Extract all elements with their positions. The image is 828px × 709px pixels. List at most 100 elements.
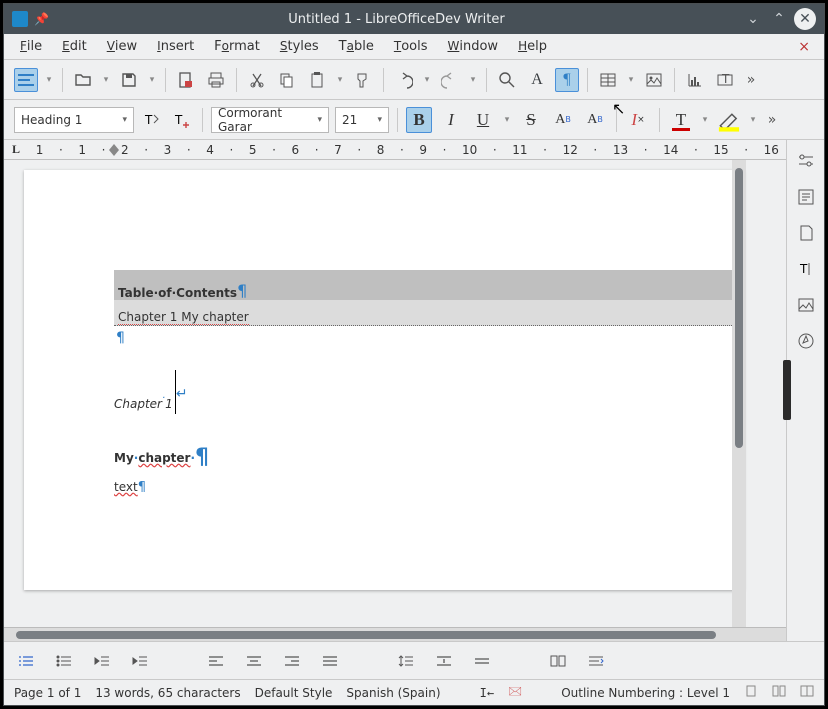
- dropdown-icon[interactable]: ▾: [700, 115, 710, 125]
- close-doc-button[interactable]: ×: [792, 39, 816, 55]
- paste-icon[interactable]: [305, 68, 329, 92]
- menu-edit[interactable]: Edit: [54, 36, 95, 57]
- insert-mode-icon[interactable]: I←: [480, 686, 494, 700]
- align-right-icon[interactable]: [282, 652, 302, 670]
- dropdown-icon[interactable]: ▾: [335, 75, 345, 85]
- gallery-panel-icon[interactable]: T: [795, 258, 817, 280]
- toc-block[interactable]: Table·of·Contents¶ Chapter 1 My chapter: [114, 270, 744, 326]
- vertical-scrollbar[interactable]: [732, 160, 746, 627]
- toolbar-more[interactable]: »: [743, 72, 759, 88]
- sidebar-toggle-icon[interactable]: [14, 68, 38, 92]
- document-scroll[interactable]: Table·of·Contents¶ Chapter 1 My chapter …: [4, 160, 786, 627]
- dropdown-icon[interactable]: ▾: [748, 115, 758, 125]
- status-language[interactable]: Spanish (Spain): [346, 686, 440, 700]
- body-text[interactable]: text¶: [114, 480, 146, 496]
- document-page[interactable]: Table·of·Contents¶ Chapter 1 My chapter …: [24, 170, 744, 590]
- indent-dec-icon[interactable]: [92, 652, 112, 670]
- paragraph-style-combo[interactable]: Heading 1▾: [14, 107, 134, 133]
- status-outline[interactable]: Outline Numbering : Level 1: [561, 686, 730, 700]
- text-direction-icon[interactable]: [586, 652, 606, 670]
- status-words[interactable]: 13 words, 65 characters: [95, 686, 240, 700]
- clone-format-icon[interactable]: [351, 68, 375, 92]
- maximize-button[interactable]: ⌃: [768, 8, 790, 30]
- status-page[interactable]: Page 1 of 1: [14, 686, 81, 700]
- undo-icon[interactable]: [392, 68, 416, 92]
- view-book-icon[interactable]: [800, 684, 814, 701]
- redo-icon[interactable]: [438, 68, 462, 92]
- sidebar-grab-handle[interactable]: [783, 360, 791, 420]
- list-num-icon[interactable]: [16, 652, 36, 670]
- italic-button[interactable]: I: [438, 107, 464, 133]
- highlight-button[interactable]: [716, 107, 742, 133]
- dropdown-icon[interactable]: ▾: [468, 75, 478, 85]
- subtitle[interactable]: My·chapter·¶: [114, 442, 209, 470]
- line-spacing-icon[interactable]: [396, 652, 416, 670]
- properties-panel-icon[interactable]: [795, 150, 817, 172]
- navigator-panel-icon[interactable]: [795, 294, 817, 316]
- update-style-icon[interactable]: T: [140, 108, 164, 132]
- list-bullet-icon[interactable]: [54, 652, 74, 670]
- menu-view[interactable]: View: [99, 36, 145, 57]
- textbox-icon[interactable]: T: [713, 68, 737, 92]
- save-icon[interactable]: [117, 68, 141, 92]
- clear-format-button[interactable]: I×: [625, 107, 651, 133]
- minimize-button[interactable]: ⌄: [742, 8, 764, 30]
- font-size-combo[interactable]: 21▾: [335, 107, 389, 133]
- export-pdf-icon[interactable]: [174, 68, 198, 92]
- styles-panel-icon[interactable]: [795, 186, 817, 208]
- status-style[interactable]: Default Style: [255, 686, 333, 700]
- cut-icon[interactable]: [245, 68, 269, 92]
- copy-icon[interactable]: [275, 68, 299, 92]
- menu-file[interactable]: File: [12, 36, 50, 57]
- bold-button[interactable]: B: [406, 107, 432, 133]
- underline-button[interactable]: U: [470, 107, 496, 133]
- table-icon[interactable]: [596, 68, 620, 92]
- menu-help[interactable]: Help: [510, 36, 555, 57]
- view-multi-icon[interactable]: [772, 684, 786, 701]
- new-style-icon[interactable]: T: [170, 108, 194, 132]
- columns-icon[interactable]: [548, 652, 568, 670]
- dropdown-icon[interactable]: ▾: [422, 75, 432, 85]
- align-justify-icon[interactable]: [320, 652, 340, 670]
- horizontal-ruler[interactable]: L 1·1· 2·3· 4·5· 6·7· 8·9· 10·11· 12·13·…: [4, 140, 786, 160]
- dropdown-icon[interactable]: ▾: [147, 75, 157, 85]
- page-panel-icon[interactable]: [795, 222, 817, 244]
- close-button[interactable]: ✕: [794, 8, 816, 30]
- menu-styles[interactable]: Styles: [272, 36, 327, 57]
- manage-changes-icon[interactable]: [795, 330, 817, 352]
- para-spacing-inc-icon[interactable]: [434, 652, 454, 670]
- dropdown-icon[interactable]: ▾: [502, 115, 512, 125]
- indent-marker-icon[interactable]: [109, 144, 119, 156]
- strikethrough-button[interactable]: S: [518, 107, 544, 133]
- image-icon[interactable]: [642, 68, 666, 92]
- chart-icon[interactable]: [683, 68, 707, 92]
- align-center-icon[interactable]: [244, 652, 264, 670]
- horizontal-scrollbar[interactable]: [4, 627, 786, 641]
- view-single-icon[interactable]: [744, 684, 758, 701]
- spellcheck-icon[interactable]: A: [525, 68, 549, 92]
- menu-table[interactable]: Table: [331, 36, 382, 57]
- menu-insert[interactable]: Insert: [149, 36, 202, 57]
- formatting-marks-icon[interactable]: ¶: [555, 68, 579, 92]
- font-name-combo[interactable]: Cormorant Garar▾: [211, 107, 329, 133]
- superscript-button[interactable]: AB: [550, 107, 576, 133]
- print-icon[interactable]: [204, 68, 228, 92]
- menu-format[interactable]: Format: [206, 36, 268, 57]
- para-spacing-dec-icon[interactable]: [472, 652, 492, 670]
- toolbar-more[interactable]: »: [764, 112, 780, 128]
- chapter-title[interactable]: Chapter·1↵: [114, 370, 188, 419]
- subscript-button[interactable]: AB: [582, 107, 608, 133]
- align-left-icon[interactable]: [206, 652, 226, 670]
- dropdown-icon[interactable]: ▾: [44, 75, 54, 85]
- signature-icon[interactable]: 🖂: [508, 682, 522, 703]
- separator: [62, 68, 63, 92]
- menu-window[interactable]: Window: [439, 36, 506, 57]
- dropdown-icon[interactable]: ▾: [101, 75, 111, 85]
- pin-icon[interactable]: 📌: [34, 12, 49, 26]
- find-icon[interactable]: [495, 68, 519, 92]
- open-icon[interactable]: [71, 68, 95, 92]
- menu-tools[interactable]: Tools: [386, 36, 436, 57]
- font-color-button[interactable]: T: [668, 107, 694, 133]
- indent-inc-icon[interactable]: [130, 652, 150, 670]
- dropdown-icon[interactable]: ▾: [626, 75, 636, 85]
